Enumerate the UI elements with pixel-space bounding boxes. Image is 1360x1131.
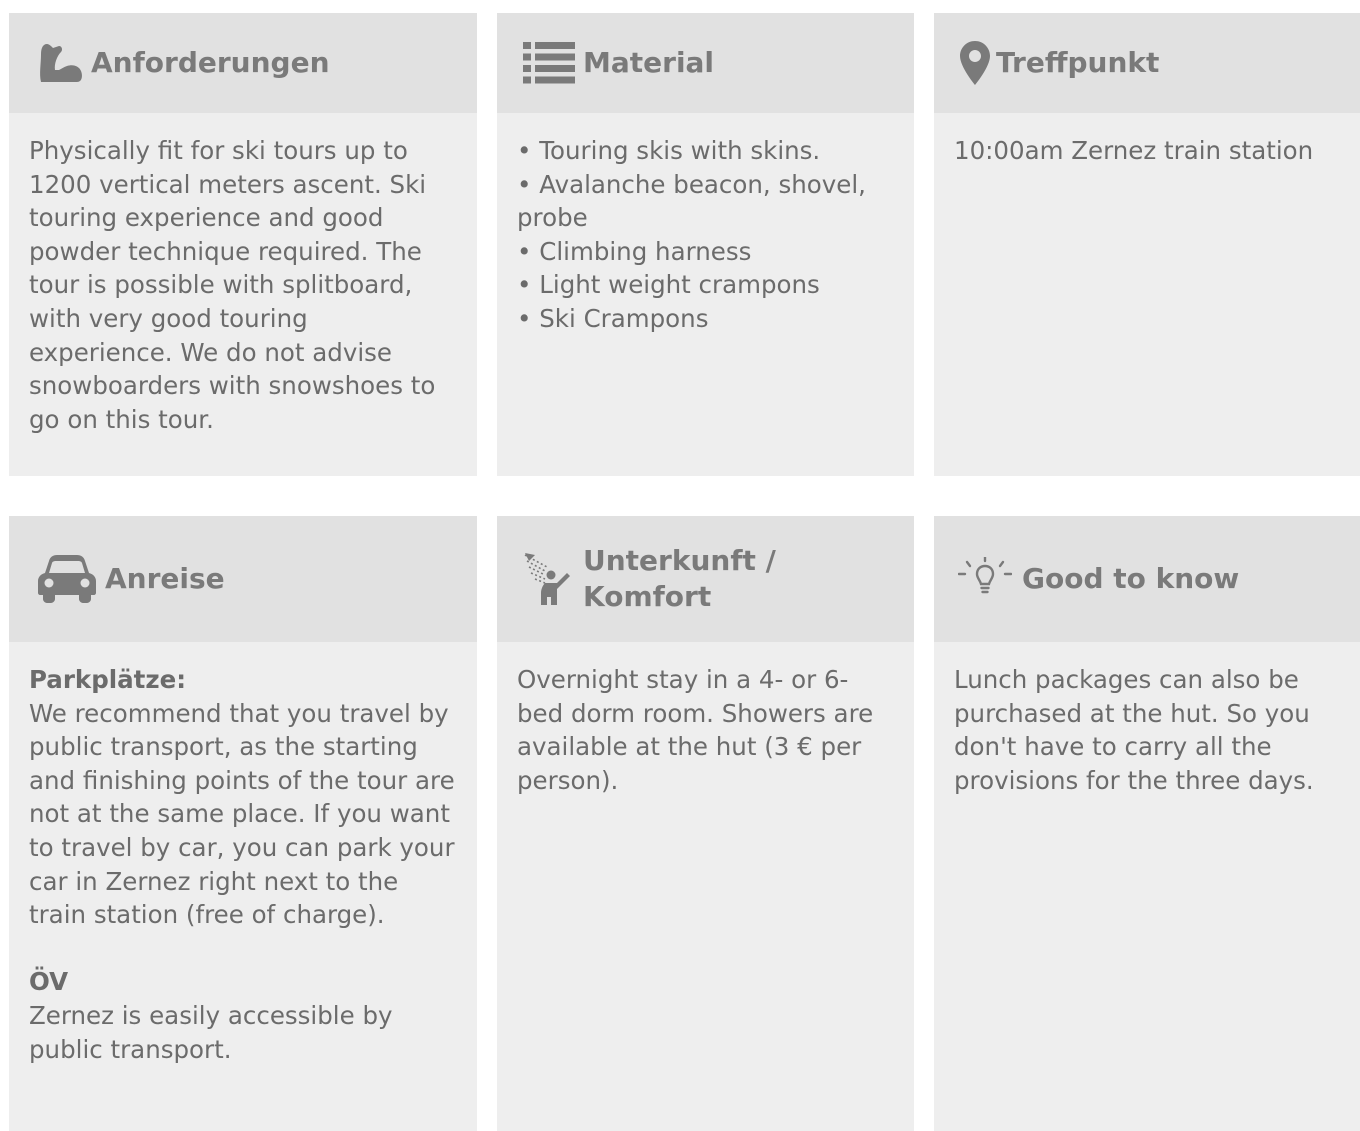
car-icon: [37, 555, 97, 603]
card-anreise: Anreise Parkplätze: We recommend that yo…: [9, 516, 477, 1131]
card-header: Unterkunft / Komfort: [497, 516, 914, 642]
card-body: Parkplätze: We recommend that you travel…: [9, 642, 477, 1066]
parking-text: We recommend that you travel by public t…: [29, 698, 455, 930]
card-title: Anforderungen: [91, 46, 330, 79]
card-body: Lunch packages can also be purchased at …: [934, 642, 1360, 797]
card-material: Material • Touring skis with skins. • Av…: [497, 13, 914, 476]
card-title: Unterkunft / Komfort: [583, 544, 776, 613]
flexed-arm-icon: [37, 40, 83, 86]
card-title: Anreise: [105, 562, 225, 595]
list-item: • Ski Crampons: [517, 303, 709, 333]
card-header: Material: [497, 13, 914, 113]
list-item: • Climbing harness: [517, 236, 752, 266]
card-body: Physically fit for ski tours up to 1200 …: [9, 113, 477, 436]
card-header: Anreise: [9, 516, 477, 642]
card-anforderungen: Anforderungen Physically fit for ski tou…: [9, 13, 477, 476]
card-header: Anforderungen: [9, 13, 477, 113]
list-item: • Touring skis with skins.: [517, 136, 821, 165]
card-header: Treffpunkt: [934, 13, 1360, 113]
good-to-know-text: Lunch packages can also be purchased at …: [954, 665, 1314, 795]
card-body: • Touring skis with skins. • Avalanche b…: [497, 113, 914, 336]
lightbulb-icon: [958, 557, 1012, 601]
shower-icon: [523, 553, 573, 605]
list-item: • Avalanche beacon, shovel, probe: [517, 169, 866, 233]
public-transport-label: ÖV: [29, 967, 69, 997]
card-title: Material: [583, 46, 715, 79]
accommodation-text: Overnight stay in a 4- or 6-bed dorm roo…: [517, 665, 874, 795]
parking-label: Parkplätze:: [29, 665, 187, 694]
map-pin-icon: [960, 41, 990, 85]
list-item: • Light weight crampons: [517, 270, 820, 300]
requirements-text: Physically fit for ski tours up to 1200 …: [29, 136, 436, 434]
card-body: 10:00am Zernez train station: [934, 113, 1360, 168]
public-transport-text: Zernez is easily accessible by public tr…: [29, 1000, 393, 1064]
card-treffpunkt: Treffpunkt 10:00am Zernez train station: [934, 13, 1360, 476]
card-title: Treffpunkt: [996, 46, 1160, 79]
card-body: Overnight stay in a 4- or 6-bed dorm roo…: [497, 642, 914, 797]
card-unterkunft: Unterkunft / Komfort Overnight stay in a…: [497, 516, 914, 1131]
card-good-to-know: Good to know Lunch packages can also be …: [934, 516, 1360, 1131]
list-icon: [523, 42, 575, 84]
card-header: Good to know: [934, 516, 1360, 642]
card-title: Good to know: [1022, 562, 1240, 595]
meeting-point-text: 10:00am Zernez train station: [954, 136, 1314, 165]
